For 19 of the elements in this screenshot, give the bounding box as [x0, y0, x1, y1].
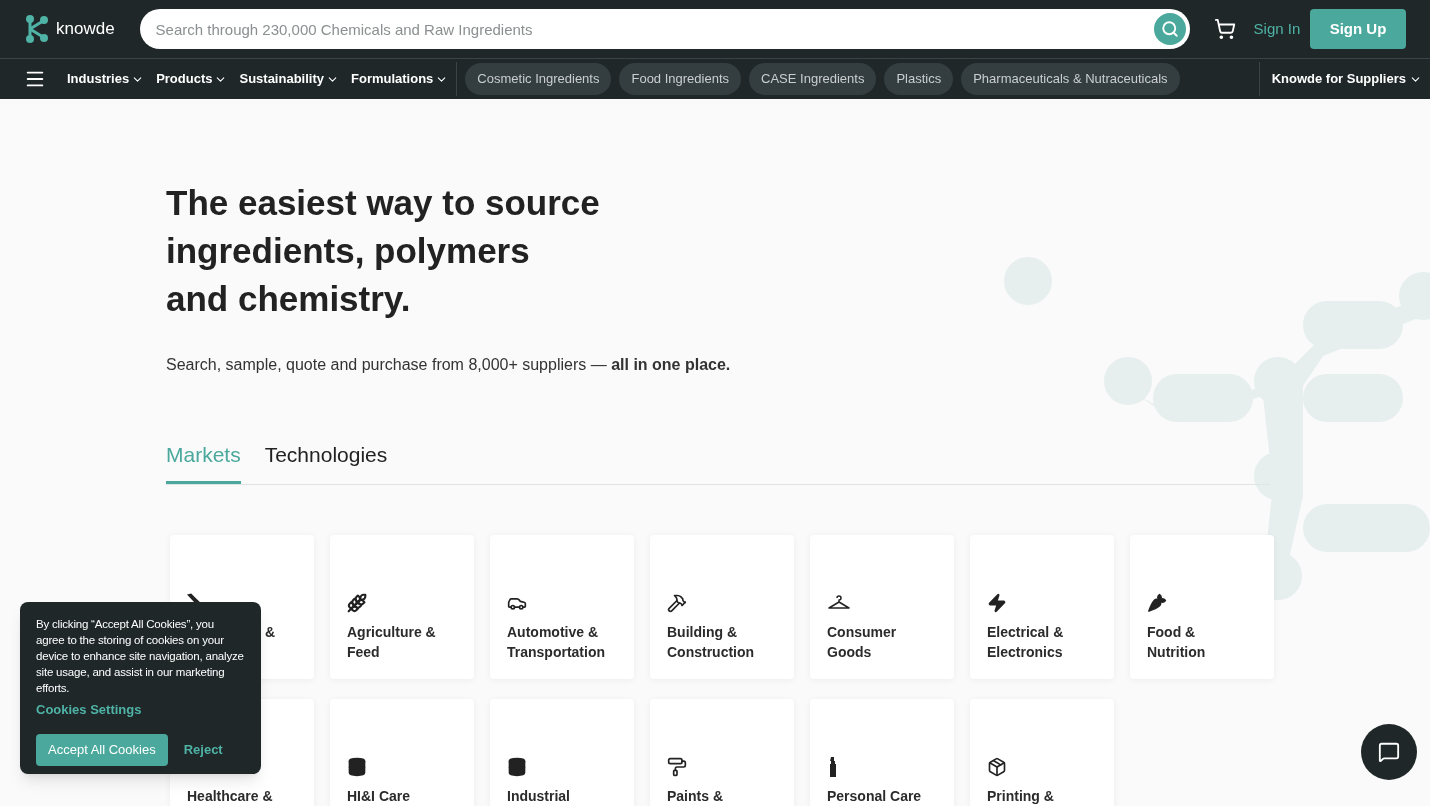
market-label: Consumer Goods — [827, 622, 898, 662]
hero-title: ingredients, polymers — [166, 230, 530, 272]
market-label: Food & Nutrition — [1147, 622, 1207, 662]
market-label: Building & Construction — [667, 622, 756, 662]
logo-text: knowde — [56, 18, 115, 41]
market-label: Agriculture & Feed — [347, 622, 437, 662]
market-label: HI&I Care — [347, 786, 412, 806]
hero-title: and chemistry. — [166, 278, 411, 320]
market-label: Healthcare & — [187, 786, 274, 806]
market-label: Personal Care — [827, 786, 923, 806]
hero-subtitle: Search, sample, quote and purchase from 8,000+ suppliers — all in one place. — [166, 355, 731, 375]
market-label: Printing & — [987, 786, 1055, 806]
hero-title: The easiest way to source — [166, 182, 600, 224]
market-label: Industrial — [507, 786, 571, 806]
market-label: Electrical & Electronics — [987, 622, 1065, 662]
cookie-text: By clicking “Accept All Cookies”, you agree to the storing of cookies on your device to enhance site navigation, analyze site usage, and assist in our marketing efforts. — [36, 617, 245, 696]
market-label: Automotive & Transportation — [507, 622, 606, 662]
market-label: & — [264, 622, 275, 642]
market-label: Paints & — [667, 786, 724, 806]
